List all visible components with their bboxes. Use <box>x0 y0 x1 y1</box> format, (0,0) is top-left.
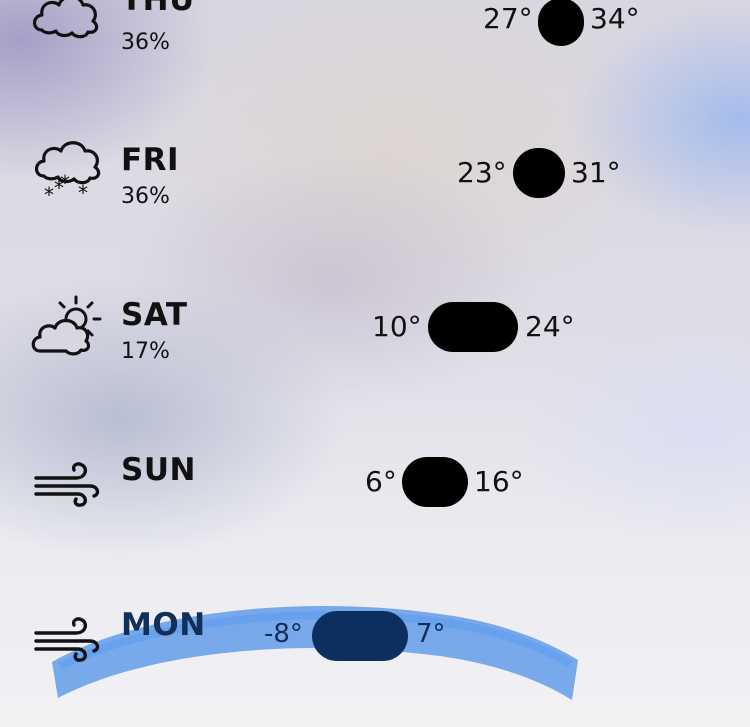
low-temp: -8° <box>264 619 303 649</box>
wind-icon <box>30 458 106 518</box>
wind-icon <box>30 613 106 673</box>
day-label: FRI <box>121 142 180 178</box>
day-label: SAT <box>121 297 188 333</box>
svg-text:*: * <box>78 181 88 205</box>
high-temp: 34° <box>590 2 640 35</box>
temp-range-bar <box>428 302 518 352</box>
svg-text:*: * <box>44 183 54 207</box>
temp-range-bar <box>402 457 468 507</box>
precip-chance: 17% <box>121 339 170 364</box>
high-temp: 7° <box>416 619 446 649</box>
partly-cloudy-icon <box>30 295 106 356</box>
low-temp: 23° <box>457 156 507 189</box>
day-label: THU <box>121 0 195 18</box>
cloud-icon <box>30 0 106 50</box>
day-label: SUN <box>121 452 196 488</box>
forecast-row-fri[interactable]: * * * * FRI 36% 23° 31° <box>0 140 750 230</box>
temp-range-bar <box>513 148 565 198</box>
svg-text:*: * <box>60 171 70 195</box>
day-label: MON <box>121 607 206 643</box>
precip-chance: 36% <box>121 184 170 209</box>
forecast-row-sat[interactable]: SAT 17% 10° 24° <box>0 295 750 385</box>
forecast-row-sun[interactable]: SUN 6° 16° <box>0 450 750 540</box>
forecast-row-thu[interactable]: THU 36% 27° 34° <box>0 0 750 70</box>
low-temp: 6° <box>365 465 397 498</box>
temp-range-bar <box>538 0 584 46</box>
high-temp: 24° <box>525 310 575 343</box>
forecast-row-mon[interactable]: MON -8° 7° <box>0 605 750 695</box>
snow-cloud-icon: * * * * <box>30 140 106 207</box>
precip-chance: 36% <box>121 30 170 55</box>
high-temp: 16° <box>474 465 524 498</box>
high-temp: 31° <box>571 156 621 189</box>
low-temp: 27° <box>483 2 533 35</box>
temp-range-bar <box>312 611 408 661</box>
low-temp: 10° <box>372 310 422 343</box>
